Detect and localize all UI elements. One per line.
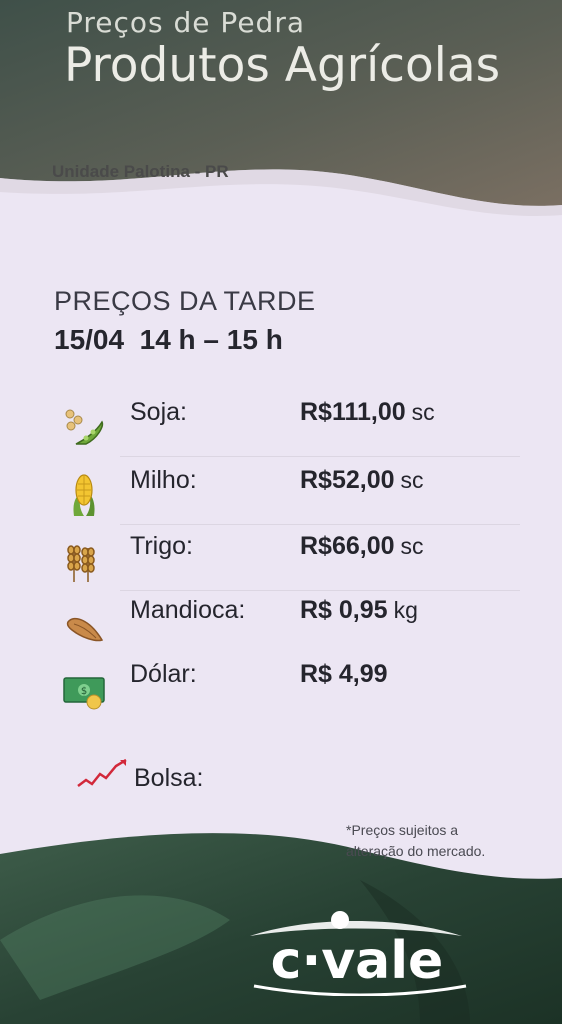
price-disclaimer: *Preços sujeitos a alteração do mercado. bbox=[346, 820, 536, 862]
price-row-trigo: Trigo: R$66,00 sc bbox=[0, 532, 562, 592]
corn-icon bbox=[73, 474, 95, 516]
chart-trend-icon bbox=[77, 758, 127, 787]
price-label: Milho: bbox=[130, 466, 197, 494]
row-divider bbox=[120, 524, 520, 525]
cassava-icon bbox=[66, 617, 104, 642]
disclaimer-line: *Preços sujeitos a bbox=[346, 822, 459, 838]
price-unit: sc bbox=[400, 467, 424, 493]
price-label: Bolsa: bbox=[134, 764, 204, 792]
price-unit: sc bbox=[411, 399, 435, 425]
price-value: R$66,00 sc bbox=[300, 532, 424, 560]
price-board-screen: Preços de Pedra Produtos Agrícolas Unida… bbox=[0, 0, 562, 1024]
disclaimer-line: alteração do mercado. bbox=[346, 843, 486, 859]
price-unit: kg bbox=[393, 597, 418, 623]
price-value: R$ 4,99 bbox=[300, 660, 388, 688]
price-row-bolsa: Bolsa: bbox=[0, 758, 562, 824]
soybean-icon bbox=[65, 409, 104, 445]
wheat-icon bbox=[67, 545, 95, 582]
row-divider bbox=[120, 590, 520, 591]
price-value: R$111,00 sc bbox=[300, 398, 435, 426]
unit-location: Unidade Palotina - PR bbox=[52, 162, 229, 181]
price-label: Soja: bbox=[130, 398, 187, 426]
price-row-dolar: $ Dólar: R$ 4,99 bbox=[0, 660, 562, 720]
header-title: Produtos Agrícolas bbox=[64, 38, 501, 93]
period-title: PREÇOS DA TARDE bbox=[54, 286, 316, 316]
price-unit: sc bbox=[400, 533, 424, 559]
price-value: R$52,00 sc bbox=[300, 466, 424, 494]
money-icon: $ bbox=[63, 677, 105, 710]
header-supertitle: Preços de Pedra bbox=[66, 6, 305, 39]
cvale-logo: c·vale bbox=[250, 911, 467, 996]
price-label: Trigo: bbox=[130, 532, 193, 560]
row-divider bbox=[120, 456, 520, 457]
price-value: R$ 0,95 kg bbox=[300, 596, 418, 624]
price-row-soja: Soja: R$111,00 sc bbox=[0, 398, 562, 458]
period-time: 15/04 14 h – 15 h bbox=[54, 324, 283, 355]
price-row-milho: Milho: R$52,00 sc bbox=[0, 466, 562, 526]
price-row-mandioca: Mandioca: R$ 0,95 kg bbox=[0, 596, 562, 656]
price-label: Dólar: bbox=[130, 660, 197, 688]
price-label: Mandioca: bbox=[130, 596, 246, 624]
logo-text: c·vale bbox=[271, 931, 444, 991]
svg-text:$: $ bbox=[81, 686, 87, 697]
